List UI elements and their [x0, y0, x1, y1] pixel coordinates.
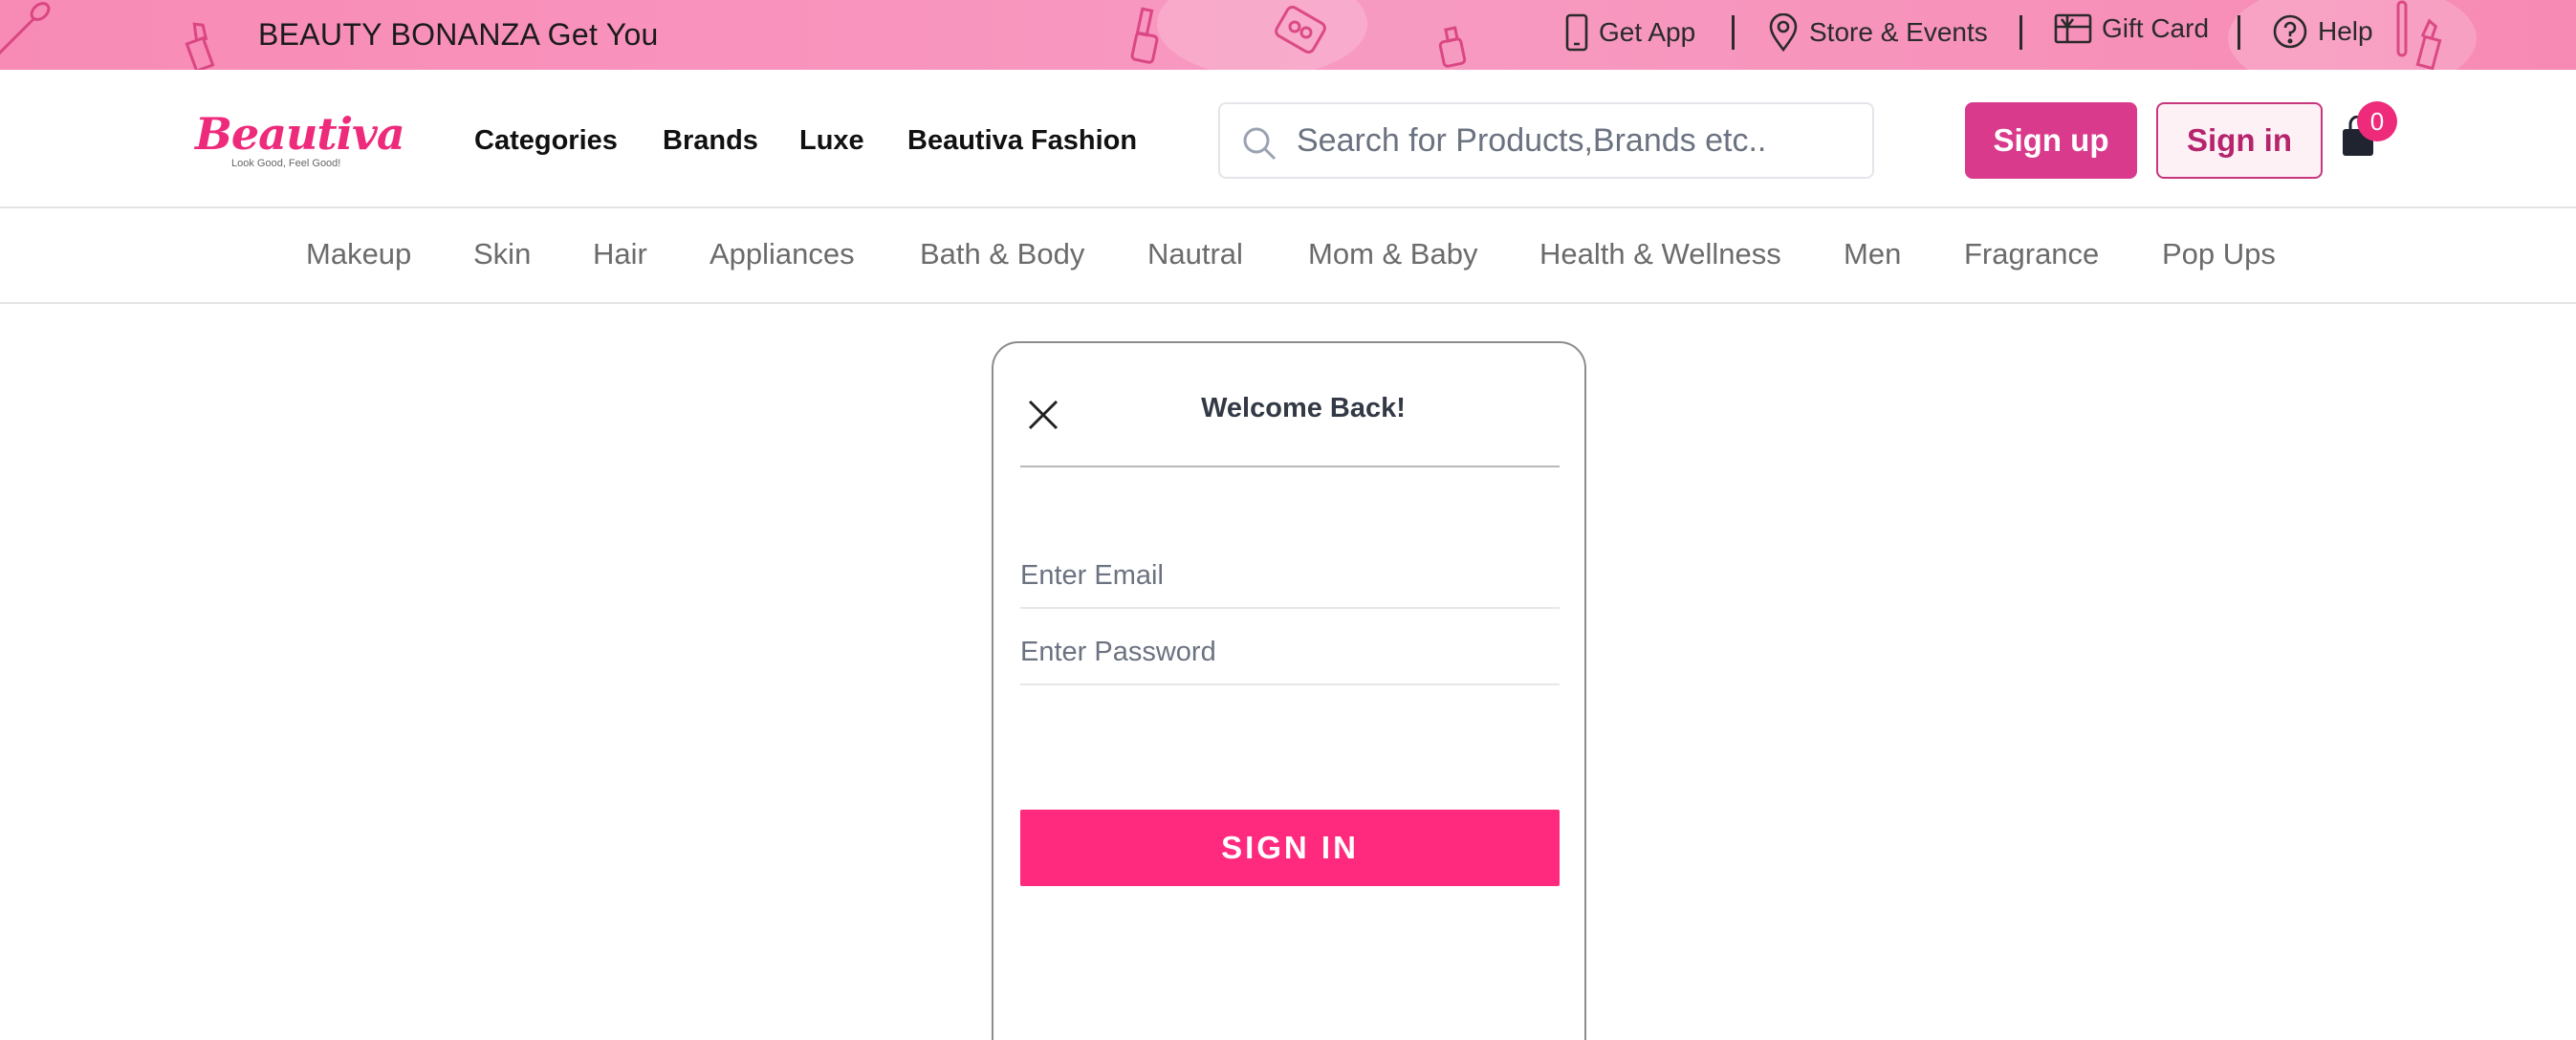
email-field-wrapper — [1020, 532, 1560, 609]
category-nav: Makeup Skin Hair Appliances Bath & Body … — [0, 208, 2576, 304]
nav-luxe[interactable]: Luxe — [799, 125, 864, 157]
search-icon — [1243, 127, 1277, 161]
palette-icon — [1275, 6, 1326, 54]
category-health-wellness[interactable]: Health & Wellness — [1539, 237, 1781, 271]
search-box — [1218, 102, 1874, 179]
category-bath-body[interactable]: Bath & Body — [920, 237, 1084, 271]
brand-logo[interactable]: Beautiva Look Good, Feel Good! — [195, 108, 405, 169]
category-hair[interactable]: Hair — [593, 237, 647, 271]
category-pop-ups[interactable]: Pop Ups — [2162, 237, 2276, 271]
nav-beautiva-fashion[interactable]: Beautiva Fashion — [907, 125, 1137, 157]
gift-card-link[interactable]: Gift Card — [2054, 13, 2209, 44]
email-field[interactable] — [1020, 532, 1560, 607]
store-events-link[interactable]: Store & Events — [1767, 13, 1988, 52]
perfume-bottle-icon — [1438, 26, 1467, 68]
get-app-label: Get App — [1599, 17, 1696, 47]
sign-in-submit-button[interactable]: SIGN IN — [1020, 810, 1560, 886]
password-field-wrapper — [1020, 609, 1560, 685]
search-input[interactable] — [1297, 104, 1861, 177]
divider — [2019, 15, 2022, 50]
category-mom-baby[interactable]: Mom & Baby — [1308, 237, 1477, 271]
store-events-label: Store & Events — [1809, 17, 1988, 47]
decor-blob — [1157, 0, 1367, 70]
logo-wordmark: Beautiva — [195, 108, 405, 160]
sign-in-button[interactable]: Sign in — [2156, 102, 2323, 179]
logo-tagline: Look Good, Feel Good! — [231, 158, 341, 169]
nav-categories[interactable]: Categories — [474, 125, 618, 157]
category-nautral[interactable]: Nautral — [1147, 237, 1243, 271]
help-label: Help — [2318, 16, 2373, 46]
lipstick-icon — [2415, 18, 2442, 70]
makeup-brush-icon — [0, 2, 51, 55]
promo-bar: BEAUTY BONANZA Get You Get App Store & E… — [0, 0, 2576, 70]
divider — [1732, 15, 1735, 50]
nail-polish-icon — [1130, 7, 1159, 64]
help-circle-icon — [2273, 14, 2307, 49]
password-field[interactable] — [1020, 609, 1560, 683]
category-men[interactable]: Men — [1844, 237, 1901, 271]
nav-brands[interactable]: Brands — [663, 125, 758, 157]
gift-card-label: Gift Card — [2102, 13, 2210, 43]
modal-divider — [1020, 466, 1560, 467]
gift-card-icon — [2054, 13, 2092, 44]
help-link[interactable]: Help — [2272, 13, 2373, 50]
category-makeup[interactable]: Makeup — [306, 237, 411, 271]
location-pin-icon — [1769, 13, 1798, 52]
cart-count-badge: 0 — [2357, 101, 2397, 141]
promo-text: BEAUTY BONANZA Get You — [258, 17, 659, 52]
sign-up-button[interactable]: Sign up — [1965, 102, 2137, 179]
get-app-link[interactable]: Get App — [1564, 13, 1695, 52]
phone-icon — [1565, 13, 1588, 52]
divider — [2238, 15, 2240, 50]
main-header: Beautiva Look Good, Feel Good! Categorie… — [0, 70, 2576, 208]
sign-in-modal: Welcome Back! SIGN IN — [992, 341, 1586, 1040]
category-appliances[interactable]: Appliances — [709, 237, 855, 271]
category-skin[interactable]: Skin — [473, 237, 531, 271]
modal-title: Welcome Back! — [1201, 393, 1406, 423]
lipstick-icon — [185, 22, 215, 70]
category-fragrance[interactable]: Fragrance — [1964, 237, 2099, 271]
